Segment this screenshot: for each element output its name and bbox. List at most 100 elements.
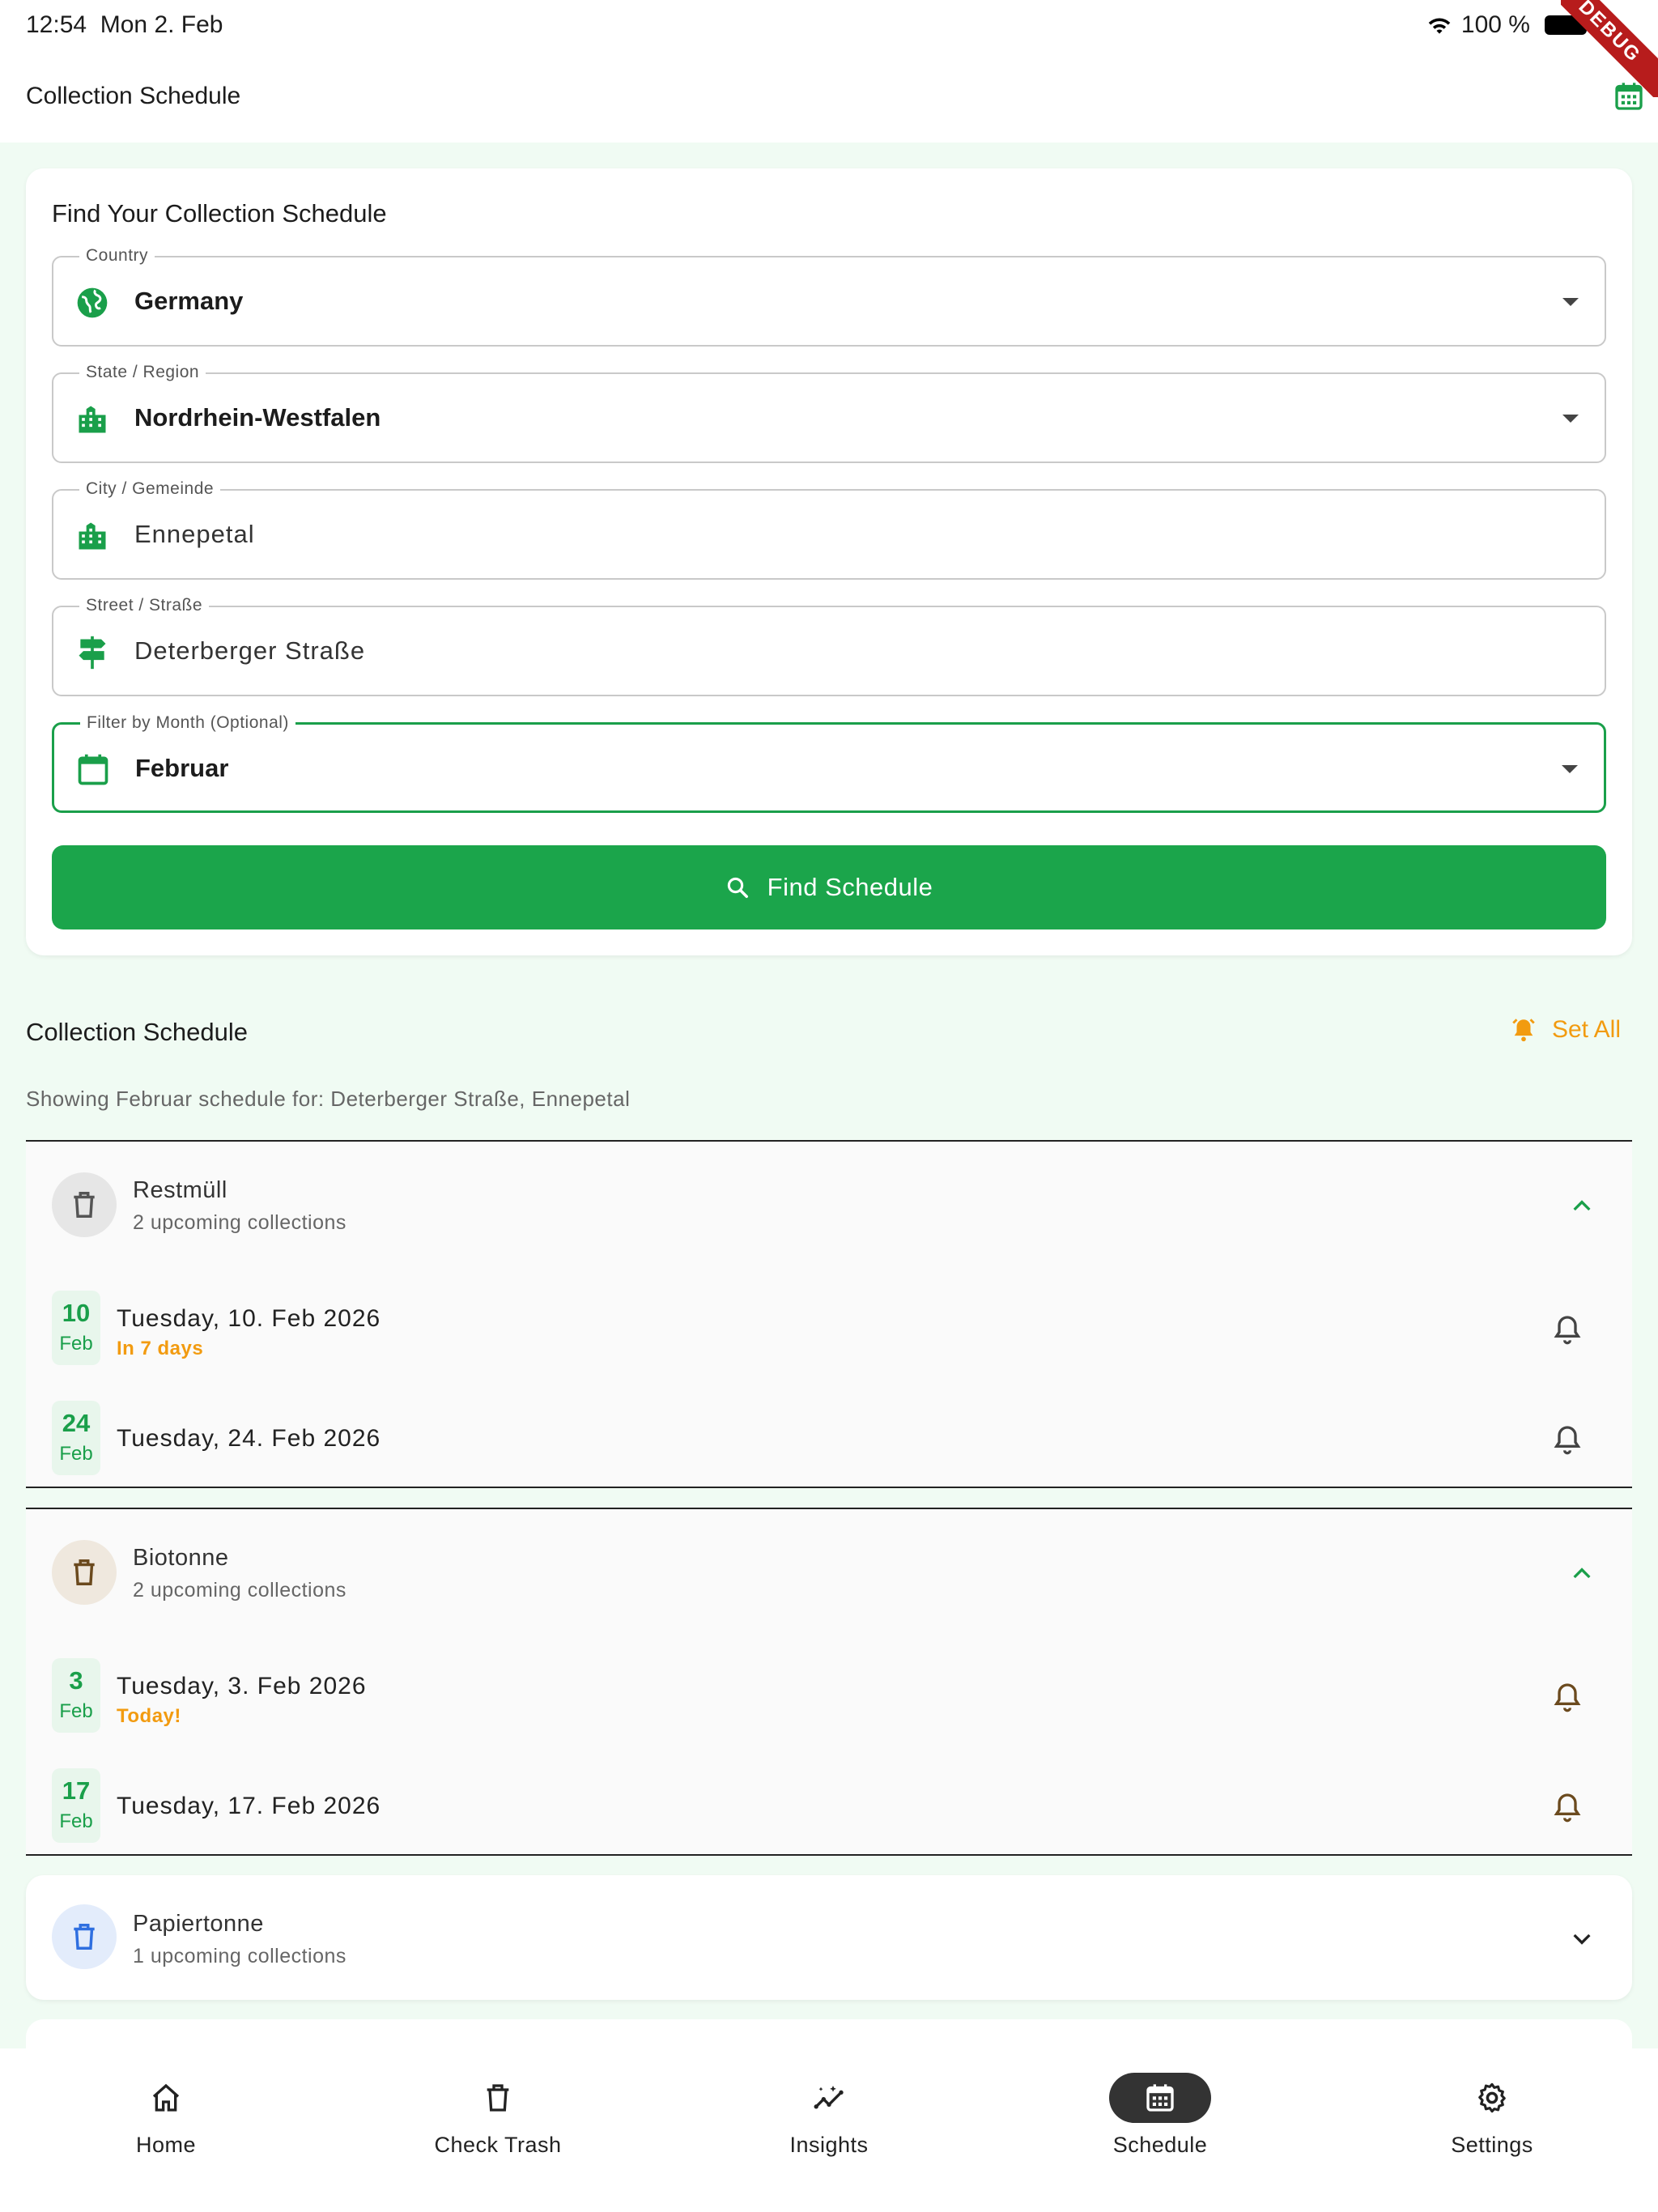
find-schedule-button[interactable]: Find Schedule — [52, 845, 1606, 929]
nav-home[interactable]: Home — [45, 2073, 287, 2186]
nav-insights[interactable]: Insights — [708, 2073, 950, 2186]
city-field[interactable]: City / Gemeinde Ennepetal — [52, 479, 1606, 580]
nav-icon-wrap — [778, 2073, 880, 2123]
nav-icon-wrap — [1441, 2073, 1543, 2123]
alarm-bell-icon — [1512, 1019, 1535, 1042]
street-value: Deterberger Straße — [134, 636, 366, 665]
month-filter-label: Filter by Month (Optional) — [80, 713, 295, 733]
waste-group-restmuell: Restmüll 2 upcoming collections 10 Feb Tu… — [26, 1140, 1632, 1488]
bell-icon[interactable] — [1551, 1789, 1584, 1825]
group-header[interactable]: Papiertonne 1 upcoming collections — [26, 1875, 1632, 2005]
bell-icon[interactable] — [1551, 1679, 1584, 1715]
trash-bin-icon — [487, 2084, 509, 2112]
group-count: 2 upcoming collections — [133, 1211, 346, 1234]
collection-note: In 7 days — [117, 1338, 204, 1359]
date-badge: 3 Feb — [52, 1658, 100, 1733]
city-icon — [79, 522, 106, 550]
chevron-down-icon — [1562, 298, 1579, 306]
gear-icon — [1478, 2082, 1506, 2113]
state-dropdown[interactable]: State / Region Nordrhein-Westfalen — [52, 363, 1606, 463]
schedule-subtitle: Showing Februar schedule for: Deterberge… — [26, 1087, 631, 1111]
battery-label: 100 % — [1460, 11, 1530, 38]
trash-avatar — [52, 1172, 117, 1237]
home-icon — [152, 2083, 180, 2112]
calendar-icon — [78, 754, 108, 785]
nav-label: Insights — [789, 2133, 869, 2157]
state-label: State / Region — [79, 363, 206, 382]
page-title: Collection Schedule — [26, 83, 241, 109]
country-label: Country — [79, 246, 155, 266]
bell-icon[interactable] — [1551, 1312, 1584, 1347]
nav-label: Schedule — [1112, 2133, 1208, 2157]
status-bar: 12:54 Mon 2. Feb 100 % — [0, 0, 1658, 52]
collection-row: 24 Feb Tuesday, 24. Feb 2026 — [26, 1401, 1632, 1498]
collection-row: 10 Feb Tuesday, 10. Feb 2026 In 7 days — [26, 1291, 1632, 1388]
wifi-icon — [1428, 18, 1451, 34]
find-schedule-card: Find Your Collection Schedule Country Ge… — [26, 168, 1632, 955]
city-icon — [79, 406, 106, 433]
nav-check-trash[interactable]: Check Trash — [376, 2073, 619, 2186]
state-value: Nordrhein-Westfalen — [134, 403, 381, 432]
collection-date: Tuesday, 24. Feb 2026 — [117, 1425, 381, 1452]
nav-icon-wrap — [115, 2073, 217, 2123]
globe-icon — [77, 287, 108, 318]
nav-label: Settings — [1451, 2133, 1533, 2157]
chevron-down-icon[interactable] — [1569, 1925, 1595, 1951]
nav-label: Home — [135, 2133, 197, 2157]
nav-icon-wrap — [1109, 2073, 1211, 2123]
group-count: 1 upcoming collections — [133, 1945, 346, 1967]
trash-avatar — [52, 1540, 117, 1605]
calendar-icon[interactable] — [1613, 79, 1645, 113]
month-filter-dropdown[interactable]: Filter by Month (Optional) Februar — [52, 713, 1606, 813]
group-header[interactable]: Biotonne 2 upcoming collections — [26, 1509, 1632, 1639]
calendar-icon — [1146, 2084, 1174, 2112]
find-schedule-label: Find Schedule — [767, 873, 933, 901]
group-name: Biotonne — [133, 1545, 229, 1571]
chevron-up-icon[interactable] — [1569, 1193, 1595, 1219]
collection-date: Tuesday, 3. Feb 2026 — [117, 1673, 367, 1699]
chevron-up-icon[interactable] — [1569, 1561, 1595, 1587]
bell-icon[interactable] — [1551, 1422, 1584, 1457]
collection-row: 3 Feb Tuesday, 3. Feb 2026 Today! — [26, 1658, 1632, 1755]
country-value: Germany — [134, 287, 244, 315]
schedule-section-title: Collection Schedule — [26, 1018, 249, 1046]
bottom-navigation: Home Check Trash Insights Schedule Setti… — [0, 2048, 1658, 2212]
date-badge: 17 Feb — [52, 1768, 100, 1843]
collection-date: Tuesday, 10. Feb 2026 — [117, 1305, 381, 1332]
city-value: Ennepetal — [134, 520, 255, 548]
group-header[interactable]: Restmüll 2 upcoming collections — [26, 1142, 1632, 1271]
collection-date: Tuesday, 17. Feb 2026 — [117, 1793, 381, 1819]
trash-bin-icon — [74, 1192, 95, 1218]
nav-schedule[interactable]: Schedule — [1039, 2073, 1282, 2186]
group-name: Restmüll — [133, 1177, 227, 1203]
street-field[interactable]: Street / Straße Deterberger Straße — [52, 596, 1606, 696]
collection-note: Today! — [117, 1705, 181, 1727]
group-count: 2 upcoming collections — [133, 1579, 346, 1602]
insights-icon — [814, 2086, 844, 2109]
nav-label: Check Trash — [434, 2133, 562, 2157]
street-label: Street / Straße — [79, 596, 210, 615]
next-group-card — [26, 2019, 1632, 2052]
status-time: 12:54 Mon 2. Feb — [26, 11, 223, 38]
country-dropdown[interactable]: Country Germany — [52, 246, 1606, 347]
set-all-label: Set All — [1551, 1016, 1621, 1043]
nav-icon-wrap — [447, 2073, 549, 2123]
trash-avatar — [52, 1904, 117, 1969]
trash-bin-icon — [74, 1559, 95, 1585]
group-name: Papiertonne — [133, 1911, 264, 1937]
set-all-button[interactable]: Set All — [1510, 1016, 1621, 1044]
date-badge: 10 Feb — [52, 1291, 100, 1365]
nav-settings[interactable]: Settings — [1371, 2073, 1613, 2186]
trash-bin-icon — [74, 1924, 95, 1950]
date-badge: 24 Feb — [52, 1401, 100, 1475]
city-label: City / Gemeinde — [79, 479, 221, 499]
search-icon — [727, 877, 748, 898]
signpost-icon — [79, 636, 106, 670]
chevron-down-icon — [1562, 765, 1578, 773]
collection-row: 17 Feb Tuesday, 17. Feb 2026 — [26, 1768, 1632, 1865]
month-filter-value: Februar — [135, 754, 229, 782]
find-card-title: Find Your Collection Schedule — [52, 199, 387, 228]
waste-group-biotonne: Biotonne 2 upcoming collections 3 Feb Tue… — [26, 1508, 1632, 1856]
chevron-down-icon — [1562, 415, 1579, 423]
waste-group-papiertonne[interactable]: Papiertonne 1 upcoming collections — [26, 1875, 1632, 2000]
